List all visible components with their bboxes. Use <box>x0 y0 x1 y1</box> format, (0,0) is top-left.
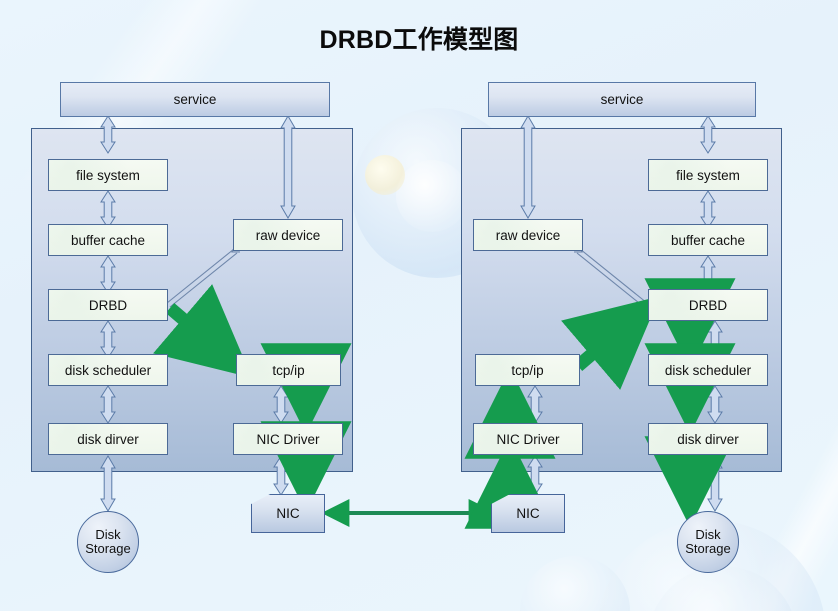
left-disk-storage[interactable]: Disk Storage <box>77 511 139 573</box>
right-service-label: service <box>600 92 644 107</box>
left-drbd-box[interactable]: DRBD <box>48 289 168 321</box>
left-disk-storage-line1: Disk <box>95 526 121 542</box>
left-disk-scheduler-box[interactable]: disk scheduler <box>48 354 168 386</box>
raw-device-connector <box>166 243 240 308</box>
left-nic-shape[interactable]: NIC <box>251 494 325 533</box>
left-raw-device-box[interactable]: raw device <box>233 219 343 251</box>
right-drbd-label: DRBD <box>688 297 728 313</box>
left-tcpip-box[interactable]: tcp/ip <box>236 354 341 386</box>
right-disk-driver-label: disk dirver <box>677 431 739 447</box>
right-nic-driver-box[interactable]: NIC Driver <box>473 423 583 455</box>
left-disk-storage-line2: Storage <box>85 541 131 556</box>
right-buffer-cache-label: buffer cache <box>670 232 746 248</box>
right-nic-shape[interactable]: NIC <box>491 494 565 533</box>
green-replication-arrows <box>153 278 736 529</box>
right-nic-driver-label: NIC Driver <box>496 431 560 447</box>
right-file-system-label: file system <box>676 167 740 183</box>
right-disk-scheduler-label: disk scheduler <box>664 362 752 378</box>
left-service-box[interactable]: service <box>60 82 330 117</box>
left-disk-driver-box[interactable]: disk dirver <box>48 423 168 455</box>
left-buffer-cache-box[interactable]: buffer cache <box>48 224 168 256</box>
diagram-canvas: DRBD工作模型图 service file system buffer cac… <box>0 0 838 611</box>
right-buffer-cache-box[interactable]: buffer cache <box>648 224 768 256</box>
right-nic-label: NIC <box>516 506 540 521</box>
right-service-box[interactable]: service <box>488 82 756 117</box>
left-drbd-label: DRBD <box>88 297 128 313</box>
right-file-system-box[interactable]: file system <box>648 159 768 191</box>
left-nic-driver-box[interactable]: NIC Driver <box>233 423 343 455</box>
right-disk-storage-line2: Storage <box>685 541 731 556</box>
right-drbd-box[interactable]: DRBD <box>648 289 768 321</box>
left-nic-driver-label: NIC Driver <box>256 431 320 447</box>
left-service-label: service <box>173 92 217 107</box>
raw-device-connector <box>574 243 648 308</box>
left-buffer-cache-label: buffer cache <box>70 232 146 248</box>
left-disk-scheduler-label: disk scheduler <box>64 362 152 378</box>
left-file-system-label: file system <box>76 167 140 183</box>
right-tcpip-label: tcp/ip <box>511 362 544 378</box>
left-disk-driver-label: disk dirver <box>77 431 139 447</box>
right-tcpip-box[interactable]: tcp/ip <box>475 354 580 386</box>
thin-double-arrows-group <box>100 115 723 512</box>
right-disk-storage-line1: Disk <box>695 526 721 542</box>
right-raw-device-label: raw device <box>495 227 561 243</box>
left-file-system-box[interactable]: file system <box>48 159 168 191</box>
left-raw-device-label: raw device <box>255 227 321 243</box>
right-disk-storage[interactable]: Disk Storage <box>677 511 739 573</box>
right-disk-driver-box[interactable]: disk dirver <box>648 423 768 455</box>
left-nic-label: NIC <box>276 506 300 521</box>
right-disk-scheduler-box[interactable]: disk scheduler <box>648 354 768 386</box>
left-tcpip-label: tcp/ip <box>272 362 305 378</box>
right-raw-device-box[interactable]: raw device <box>473 219 583 251</box>
